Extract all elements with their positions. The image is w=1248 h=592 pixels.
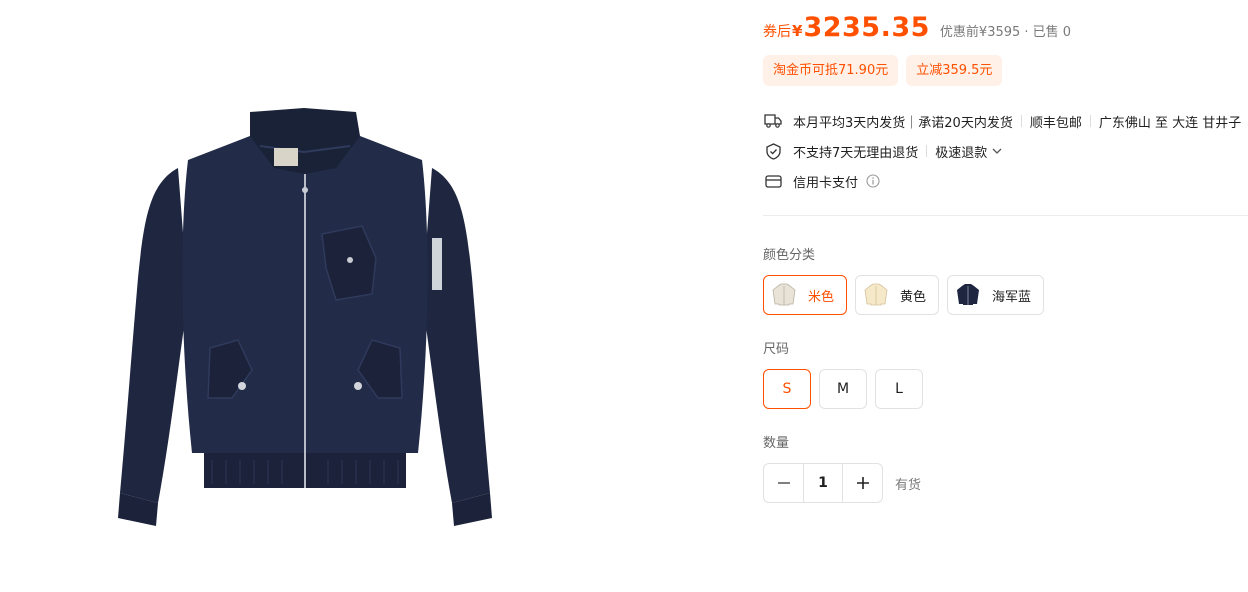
- jacket-thumbnail: [770, 281, 798, 309]
- shield-icon: [763, 141, 783, 161]
- truck-icon: [763, 111, 783, 131]
- color-name: 米色: [808, 289, 835, 305]
- color-section-label: 颜色分类: [763, 248, 816, 263]
- product-image[interactable]: [100, 108, 510, 536]
- color-options: 米色 黄色 海军蓝: [763, 275, 1045, 315]
- coupon-price-label: 券后: [763, 24, 791, 40]
- chevron-down-icon[interactable]: [992, 147, 1002, 155]
- returns-row: 不支持7天无理由退货 极速退款: [763, 140, 1002, 162]
- no-return-policy: 不支持7天无理由退货: [793, 145, 919, 161]
- shipping-row: 本月平均3天内发货｜承诺20天内发货 顺丰包邮 广东佛山 至 大连 甘井子: [763, 110, 1241, 132]
- jacket-thumbnail: [862, 281, 890, 309]
- shipping-route[interactable]: 广东佛山 至 大连 甘井子: [1099, 112, 1241, 131]
- size-option-l[interactable]: L: [875, 369, 923, 409]
- payment-row: 信用卡支付: [763, 170, 880, 192]
- color-option-beige[interactable]: 米色: [763, 275, 848, 315]
- quantity-row: 有货: [763, 463, 921, 503]
- fast-refund-link[interactable]: 极速退款: [935, 142, 987, 161]
- credit-card-payment: 信用卡支付: [793, 175, 859, 191]
- color-option-yellow[interactable]: 黄色: [855, 275, 940, 315]
- quantity-stepper: [763, 463, 883, 503]
- separator: [926, 145, 928, 157]
- color-name: 黄色: [900, 289, 927, 305]
- increment-button[interactable]: [843, 464, 882, 502]
- divider: [763, 215, 1248, 216]
- shipping-time: 本月平均3天内发货｜承诺20天内发货: [793, 115, 1013, 131]
- original-price-and-sales: 优惠前¥3595 · 已售 0: [939, 25, 1072, 40]
- size-option-m[interactable]: M: [819, 369, 867, 409]
- final-price: 3235.35: [803, 12, 930, 43]
- promo-tag-coins[interactable]: 淘金币可抵71.90元: [763, 55, 899, 86]
- promo-tag-discount[interactable]: 立减359.5元: [906, 55, 1003, 86]
- product-gallery: [0, 0, 740, 592]
- separator: [1020, 115, 1022, 127]
- quantity-input[interactable]: [803, 464, 843, 502]
- shipping-free: 顺丰包邮: [1029, 115, 1082, 131]
- size-options: S M L: [763, 369, 923, 409]
- minus-icon: [777, 482, 790, 484]
- separator: [1089, 115, 1091, 127]
- color-option-navy[interactable]: 海军蓝: [947, 275, 1045, 315]
- info-icon[interactable]: [866, 174, 880, 188]
- plus-icon: [856, 477, 869, 489]
- size-section-label: 尺码: [763, 342, 790, 357]
- card-icon: [763, 171, 783, 191]
- product-info-panel: 券后 ¥ 3235.35 优惠前¥3595 · 已售 0 淘金币可抵71.90元…: [763, 0, 1248, 592]
- jacket-thumbnail: [954, 281, 982, 309]
- quantity-section-label: 数量: [763, 436, 790, 451]
- size-option-s[interactable]: S: [763, 369, 811, 409]
- currency-symbol: ¥: [792, 22, 803, 40]
- color-name: 海军蓝: [992, 289, 1032, 305]
- decrement-button[interactable]: [764, 464, 803, 502]
- price-row: 券后 ¥ 3235.35 优惠前¥3595 · 已售 0: [763, 12, 1071, 48]
- stock-status: 有货: [895, 477, 922, 493]
- promo-tags: 淘金币可抵71.90元 立减359.5元: [763, 55, 1003, 86]
